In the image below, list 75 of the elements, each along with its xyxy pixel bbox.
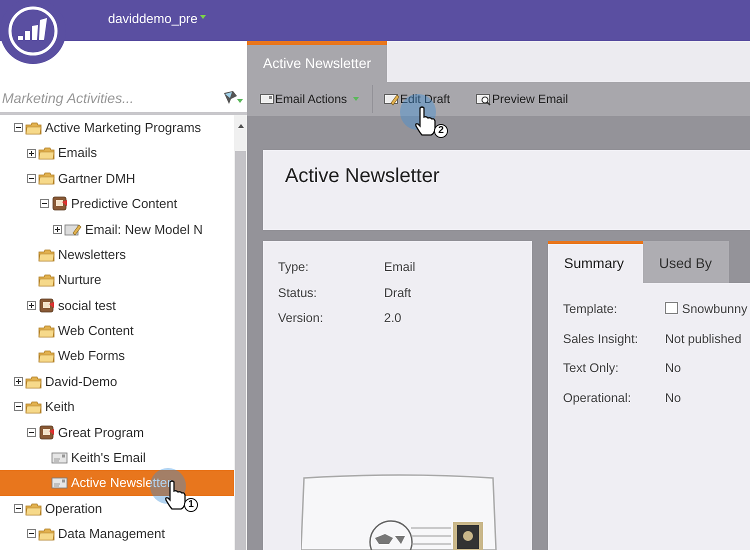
collapse-icon[interactable] [14,123,23,132]
dropdown-arrow-icon [353,97,360,101]
tree-item[interactable]: Web Forms [0,344,127,369]
program-icon [38,298,55,313]
field-value: No [665,360,681,377]
page-title: Active Newsletter [285,164,440,189]
field-label: Sales Insight: [563,330,640,348]
expand-icon[interactable] [14,377,23,386]
tree-item[interactable]: Predictive Content [0,191,180,217]
collapse-icon[interactable] [40,199,49,208]
program-icon [38,424,55,440]
field-label: Template: [563,301,618,318]
scrollbar-thumb[interactable] [235,151,246,550]
tree-item[interactable]: Email: New Model N [0,216,205,242]
step-badge: 2 [434,124,448,138]
folder-icon [25,374,42,389]
field-value: 2.0 [384,310,402,327]
tree-item[interactable]: Keith's Email [0,445,148,470]
field-value: Email [384,259,416,276]
field-value: Snowbunny [682,301,748,318]
workspace-name[interactable]: daviddemo_pre [108,9,198,28]
email-icon [51,450,68,465]
folder-icon [38,248,55,262]
hand-cursor-icon [412,106,438,136]
field-value: Not published [665,330,742,348]
field-label: Type: [278,259,310,276]
email-icon [51,476,68,490]
folder-icon [38,273,55,288]
field-value: No [665,390,681,406]
folder-icon [25,502,42,516]
dropdown-arrow-icon [200,15,206,19]
tree-item[interactable]: Operation [0,496,104,522]
toolbar-button[interactable]: Preview Email [475,86,570,112]
folder-icon [38,526,55,541]
tree-item[interactable]: Great Program [0,420,146,446]
field-label: Text Only: [563,360,620,377]
tree-item[interactable]: Emails [0,140,100,166]
collapse-icon[interactable] [27,174,36,183]
tree-item[interactable]: Newsletters [0,242,128,268]
tree-item[interactable]: Data Management [0,521,167,547]
folder-icon [38,146,55,160]
expand-icon[interactable] [27,148,36,158]
tree-item[interactable]: David-Demo [0,368,120,394]
folder-icon [38,349,55,364]
tab[interactable]: Summary [548,241,643,283]
collapse-icon[interactable] [27,529,36,538]
email-icon [260,93,274,105]
field-label: Version: [278,310,324,327]
collapse-icon[interactable] [27,428,36,437]
tree-item[interactable]: Gartner DMH [0,166,138,192]
program-icon [51,196,68,212]
collapse-icon[interactable] [14,402,23,412]
tree-item[interactable]: social test [0,292,118,318]
tree-item[interactable]: Nurture [0,267,104,293]
tree-item[interactable]: Keith [0,394,77,420]
field-value: Draft [384,284,412,302]
tab[interactable]: Used By [643,241,729,283]
filter-icon [223,90,243,105]
expand-icon[interactable] [27,300,36,310]
folder-icon [25,400,42,414]
folder-icon [25,120,42,135]
tree-item[interactable]: Active Marketing Programs [0,115,204,140]
folder-icon [38,324,55,338]
tree-item[interactable]: Web Content [0,318,136,344]
collapse-icon[interactable] [14,504,23,514]
edit-icon [384,92,400,106]
field-label: Operational: [563,390,632,407]
preview-icon [476,92,492,106]
scroll-up-icon [236,123,244,129]
toolbar-button[interactable]: Email Actions [259,86,360,112]
expand-icon[interactable] [53,224,62,234]
template-icon [665,302,678,314]
field-label: Status: [278,284,318,302]
folder-icon [38,171,55,186]
email-edit-icon [64,222,82,236]
